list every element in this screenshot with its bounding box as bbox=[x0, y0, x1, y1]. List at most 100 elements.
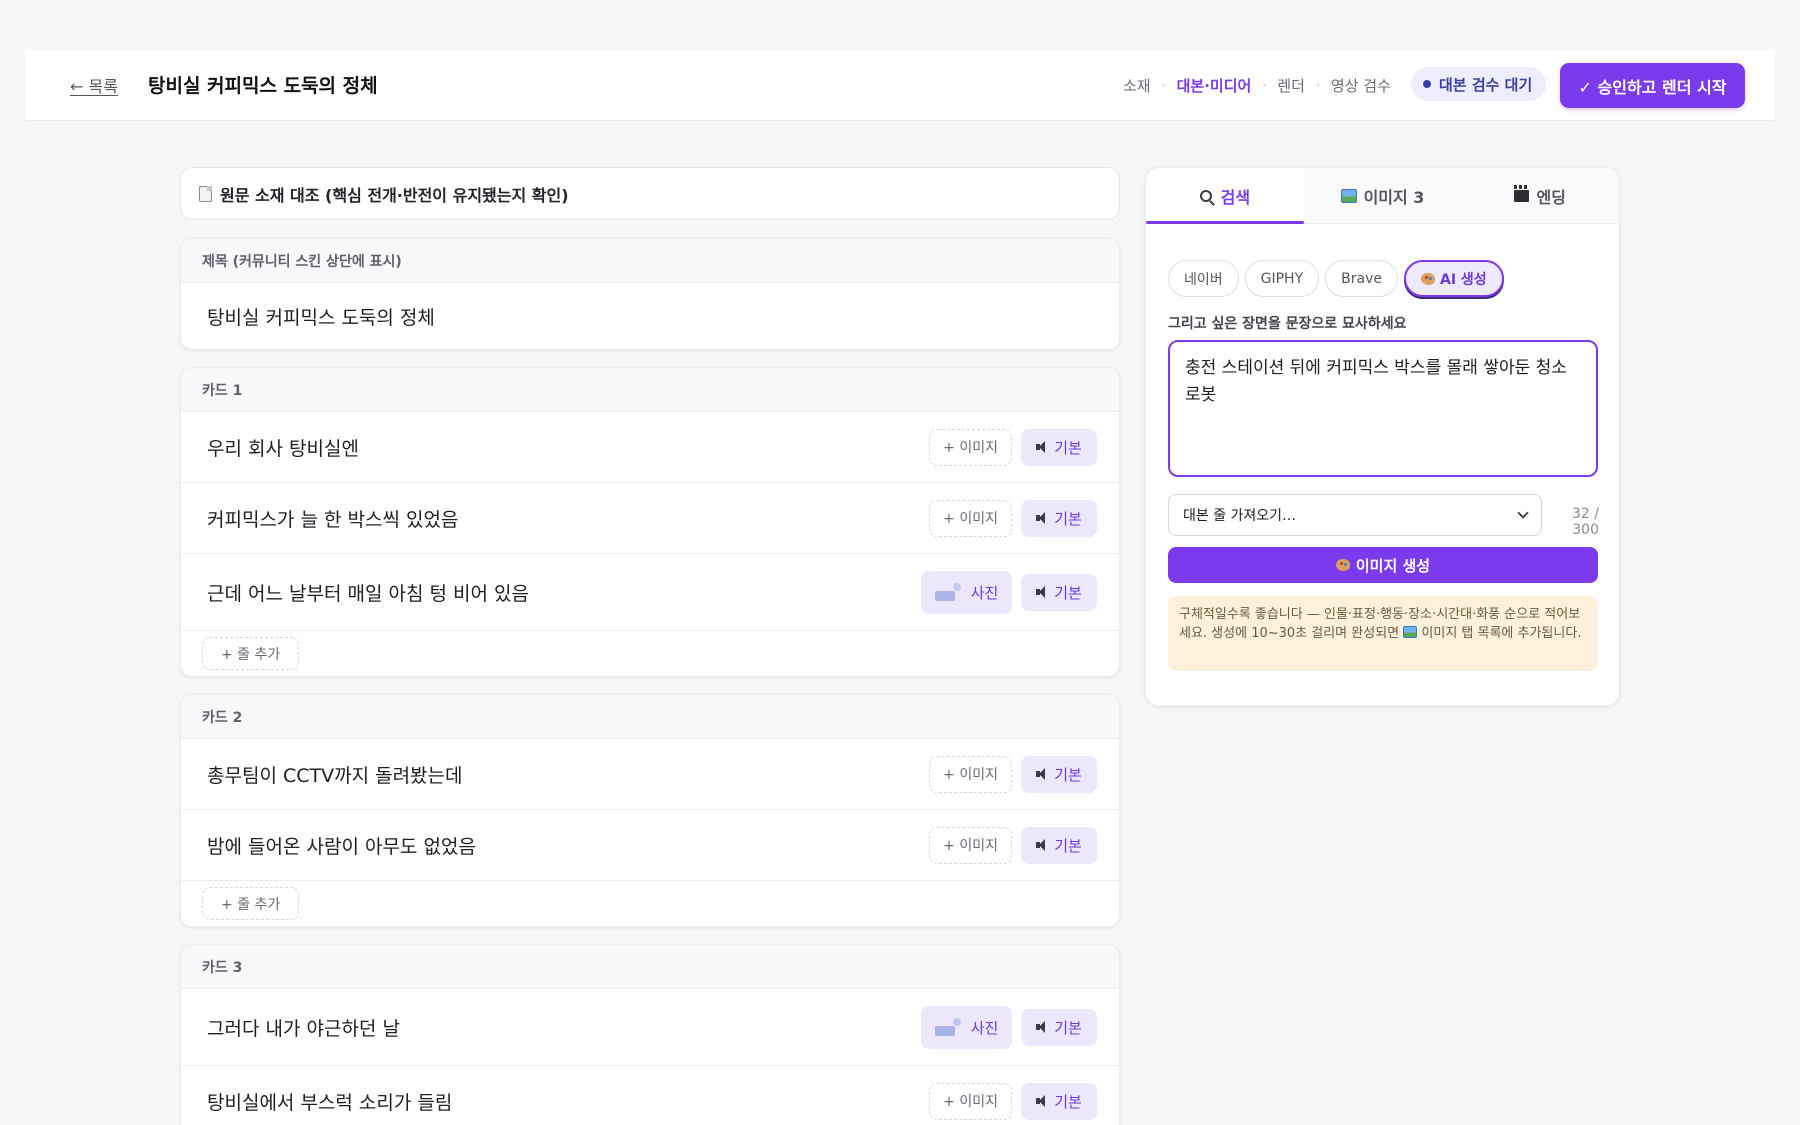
card-header: 카드 3 bbox=[181, 945, 1119, 989]
image-prompt-input[interactable] bbox=[1168, 340, 1598, 477]
add-line-button[interactable]: + 줄 추가 bbox=[202, 637, 300, 670]
image-icon bbox=[1403, 626, 1418, 638]
voice-button[interactable]: 기본 bbox=[1021, 1008, 1097, 1046]
generate-image-label: 이미지 생성 bbox=[1355, 556, 1431, 575]
step-separator: › bbox=[1161, 80, 1166, 91]
generate-image-button[interactable]: 이미지 생성 bbox=[1168, 547, 1598, 583]
palette-icon bbox=[1420, 272, 1435, 285]
speaker-icon bbox=[1036, 839, 1048, 851]
add-image-button[interactable]: + 이미지 bbox=[929, 499, 1012, 537]
script-card: 카드 3 그러다 내가 야근하던 날 사진 기본 탕비실에서 부스럭 소리가 들… bbox=[180, 944, 1120, 1125]
title-card-header: 제목 (커뮤니티 스킨 상단에 표시) bbox=[181, 239, 1119, 283]
photo-label: 사진 bbox=[970, 583, 999, 602]
script-line: 밤에 들어온 사람이 아무도 없었음 + 이미지 기본 bbox=[181, 810, 1119, 881]
title-input[interactable]: 탕비실 커피믹스 도둑의 정체 bbox=[181, 283, 1119, 349]
photo-thumbnail-icon bbox=[934, 1018, 961, 1036]
line-text-input[interactable]: 그러다 내가 야근하던 날 bbox=[207, 1014, 921, 1041]
source-ai-label: AI 생성 bbox=[1439, 271, 1487, 288]
line-text-input[interactable]: 총무팀이 CCTV까지 돌려봤는데 bbox=[207, 761, 929, 788]
script-line: 커피믹스가 늘 한 박스씩 있었음 + 이미지 기본 bbox=[181, 483, 1119, 554]
photo-attached-button[interactable]: 사진 bbox=[921, 570, 1012, 614]
script-line: 총무팀이 CCTV까지 돌려봤는데 + 이미지 기본 bbox=[181, 739, 1119, 810]
back-to-list-link[interactable]: ← 목록 bbox=[70, 73, 118, 97]
status-dot-icon bbox=[1423, 80, 1431, 88]
step-separator: › bbox=[1262, 80, 1267, 91]
tab-images-label: 이미지 3 bbox=[1363, 187, 1425, 207]
photo-attached-button[interactable]: 사진 bbox=[921, 1005, 1012, 1049]
palette-icon bbox=[1335, 559, 1350, 571]
status-text: 대본 검수 대기 bbox=[1439, 75, 1533, 94]
step-separator: › bbox=[1315, 80, 1320, 91]
line-text-input[interactable]: 밤에 들어온 사람이 아무도 없었음 bbox=[207, 832, 929, 859]
script-line: 탕비실에서 부스럭 소리가 들림 + 이미지 기본 bbox=[181, 1066, 1119, 1125]
prompt-label: 그리고 싶은 장면을 문장으로 묘사하세요 bbox=[1168, 316, 1407, 332]
speaker-icon bbox=[1036, 1095, 1048, 1107]
top-bar: ← 목록 탕비실 커피믹스 도둑의 정체 소재 › 대본·미디어 › 렌더 › … bbox=[25, 50, 1775, 121]
speaker-icon bbox=[1036, 768, 1048, 780]
page-title: 탕비실 커피믹스 도둑의 정체 bbox=[148, 75, 378, 97]
add-image-button[interactable]: + 이미지 bbox=[929, 826, 1012, 864]
chevron-down-icon bbox=[1517, 507, 1529, 519]
step-video-review[interactable]: 영상 검수 bbox=[1331, 75, 1391, 96]
line-text-input[interactable]: 우리 회사 탕비실엔 bbox=[207, 434, 929, 461]
voice-button[interactable]: 기본 bbox=[1021, 428, 1097, 466]
voice-label: 기본 bbox=[1054, 1092, 1082, 1111]
source-brave-chip[interactable]: Brave bbox=[1325, 260, 1398, 297]
voice-label: 기본 bbox=[1054, 1018, 1082, 1037]
speaker-icon bbox=[1036, 441, 1048, 453]
source-giphy-chip[interactable]: GIPHY bbox=[1244, 260, 1320, 297]
tab-search[interactable]: 검색 bbox=[1146, 168, 1304, 224]
add-line-row: + 줄 추가 bbox=[181, 881, 1119, 926]
tab-search-label: 검색 bbox=[1220, 187, 1251, 207]
step-script-media[interactable]: 대본·미디어 bbox=[1177, 75, 1252, 96]
title-card: 제목 (커뮤니티 스킨 상단에 표시) 탕비실 커피믹스 도둑의 정체 bbox=[180, 238, 1120, 350]
voice-label: 기본 bbox=[1054, 438, 1082, 457]
add-image-button[interactable]: + 이미지 bbox=[929, 428, 1012, 466]
line-text-input[interactable]: 커피믹스가 늘 한 박스씩 있었음 bbox=[207, 505, 929, 532]
card-header: 카드 1 bbox=[181, 368, 1119, 412]
clapper-icon bbox=[1514, 184, 1530, 202]
media-tabs: 검색 이미지 3 엔딩 bbox=[1146, 168, 1619, 224]
photo-thumbnail-icon bbox=[934, 583, 961, 601]
add-image-button[interactable]: + 이미지 bbox=[929, 1082, 1012, 1120]
status-badge: 대본 검수 대기 bbox=[1411, 67, 1547, 101]
line-text-input[interactable]: 탕비실에서 부스럭 소리가 들림 bbox=[207, 1088, 929, 1115]
source-compare-label: 원문 소재 대조 (핵심 전개·반전이 유지됐는지 확인) bbox=[220, 185, 569, 205]
voice-label: 기본 bbox=[1054, 765, 1082, 784]
speaker-icon bbox=[1036, 512, 1048, 524]
script-editor: 원문 소재 대조 (핵심 전개·반전이 유지됐는지 확인) 제목 (커뮤니티 스… bbox=[180, 167, 1120, 1125]
voice-label: 기본 bbox=[1054, 583, 1082, 602]
script-line-select[interactable]: 대본 줄 가져오기… bbox=[1168, 494, 1542, 536]
script-line: 그러다 내가 야근하던 날 사진 기본 bbox=[181, 989, 1119, 1066]
image-icon bbox=[1340, 188, 1357, 203]
tab-ending-label: 엔딩 bbox=[1536, 187, 1566, 207]
voice-button[interactable]: 기본 bbox=[1021, 1082, 1097, 1120]
voice-button[interactable]: 기본 bbox=[1021, 755, 1097, 793]
tab-ending[interactable]: 엔딩 bbox=[1461, 168, 1619, 223]
char-count: 32 / 300 bbox=[1572, 506, 1599, 538]
voice-label: 기본 bbox=[1054, 509, 1082, 528]
script-line: 근데 어느 날부터 매일 아침 텅 비어 있음 사진 기본 bbox=[181, 554, 1119, 631]
source-naver-chip[interactable]: 네이버 bbox=[1168, 260, 1239, 297]
tab-images[interactable]: 이미지 3 bbox=[1304, 168, 1462, 223]
add-image-button[interactable]: + 이미지 bbox=[929, 755, 1012, 793]
script-card: 카드 2 총무팀이 CCTV까지 돌려봤는데 + 이미지 기본 밤에 들어온 사… bbox=[180, 694, 1120, 927]
add-line-button[interactable]: + 줄 추가 bbox=[202, 887, 300, 920]
generation-hint: 구체적일수록 좋습니다 — 인물·표정·행동·장소·시간대·화풍 순으로 적어보… bbox=[1168, 596, 1598, 671]
media-panel: 검색 이미지 3 엔딩 네이버 GIPHY Brave AI 생성 그리고 싶은… bbox=[1145, 167, 1620, 706]
speaker-icon bbox=[1036, 1021, 1048, 1033]
source-ai-chip[interactable]: AI 생성 bbox=[1403, 260, 1504, 297]
approve-and-render-button[interactable]: ✓ 승인하고 렌더 시작 bbox=[1560, 63, 1745, 108]
script-card: 카드 1 우리 회사 탕비실엔 + 이미지 기본 커피믹스가 늘 한 박스씩 있… bbox=[180, 367, 1120, 677]
card-header: 카드 2 bbox=[181, 695, 1119, 739]
hint-text-end: 이미지 탭 목록에 추가됩니다. bbox=[1417, 626, 1582, 641]
step-render[interactable]: 렌더 bbox=[1277, 75, 1305, 96]
source-compare-toggle[interactable]: 원문 소재 대조 (핵심 전개·반전이 유지됐는지 확인) bbox=[180, 167, 1120, 220]
voice-button[interactable]: 기본 bbox=[1021, 499, 1097, 537]
voice-button[interactable]: 기본 bbox=[1021, 573, 1097, 611]
line-text-input[interactable]: 근데 어느 날부터 매일 아침 텅 비어 있음 bbox=[207, 579, 921, 606]
step-material[interactable]: 소재 bbox=[1123, 75, 1151, 96]
search-icon bbox=[1199, 189, 1212, 202]
photo-label: 사진 bbox=[970, 1018, 999, 1037]
voice-button[interactable]: 기본 bbox=[1021, 826, 1097, 864]
